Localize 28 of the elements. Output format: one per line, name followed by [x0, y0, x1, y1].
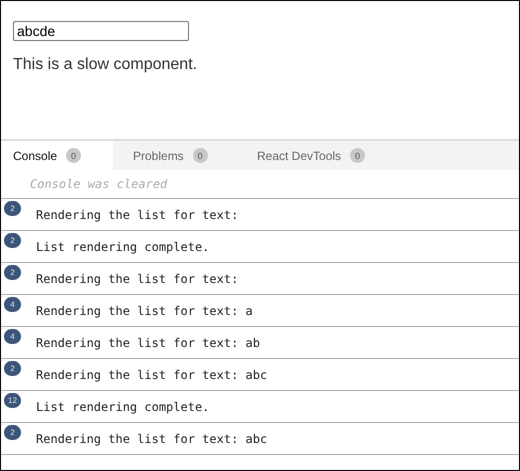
repeat-count-badge: 4: [4, 297, 21, 312]
log-message: List rendering complete.: [36, 400, 210, 414]
log-message: Rendering the list for text: abc: [36, 368, 268, 382]
tab-label[interactable]: Console: [13, 148, 58, 162]
tab[interactable]: Console 0: [1, 141, 113, 170]
tab[interactable]: React DevTools 0: [245, 141, 378, 170]
count-badge: 0: [192, 148, 208, 163]
tab[interactable]: Problems 0: [113, 141, 245, 170]
repeat-count-badge: 2: [4, 233, 21, 248]
log-message: Rendering the list for text:: [36, 208, 238, 222]
repeat-count-badge: 2: [4, 425, 21, 440]
log-message: Rendering the list for text:: [36, 272, 238, 286]
tab-label[interactable]: React DevTools: [257, 148, 342, 162]
repeat-count-badge: 2: [4, 265, 21, 280]
component-text: This is a slow component.: [13, 56, 198, 74]
log-message: Rendering the list for text: abc: [36, 432, 268, 446]
repeat-count-badge: 2: [4, 361, 21, 376]
log-message: Rendering the list for text: a: [36, 304, 253, 318]
repeat-count-badge: 12: [4, 393, 21, 408]
text-input-field[interactable]: abcde: [13, 21, 189, 41]
console-cleared-message: Console was cleared: [1, 170, 519, 199]
count-badge: 0: [66, 148, 82, 163]
repeat-count-badge: 4: [4, 329, 21, 344]
count-badge: 0: [350, 148, 366, 163]
log-message: List rendering complete.: [36, 240, 210, 254]
log-message: Rendering the list for text: ab: [36, 336, 260, 350]
repeat-count-badge: 2: [4, 201, 21, 216]
tab-label[interactable]: Problems: [133, 148, 184, 162]
